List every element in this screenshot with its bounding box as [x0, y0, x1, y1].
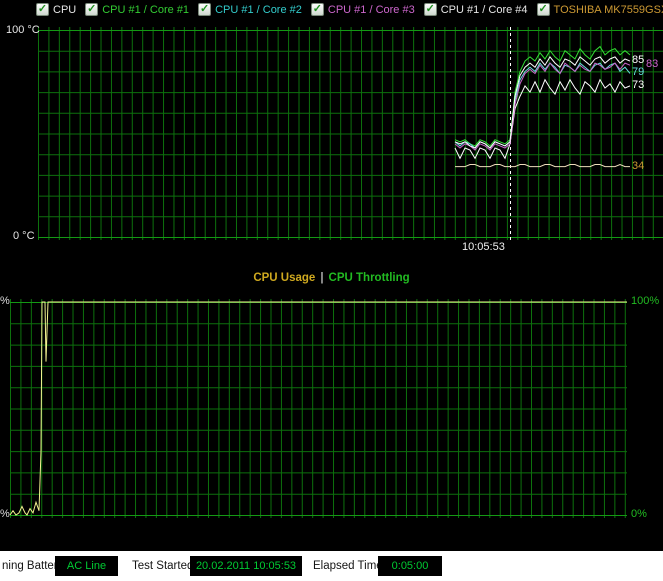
series-value-label: 83: [646, 58, 659, 71]
series-value-label: 0%: [631, 508, 647, 520]
test-started-value-box: 20.02.2011 10:05:53: [190, 556, 302, 576]
series-value-label: 73: [632, 78, 645, 91]
sensor-toggle-cpu[interactable]: ✓ CPU: [36, 3, 76, 16]
sensor-label: CPU #1 / Core #4: [440, 3, 528, 16]
cpu-throttling-legend: CPU Throttling: [328, 272, 410, 284]
sensor-label: CPU #1 / Core #3: [327, 3, 415, 16]
sensor-label: TOSHIBA MK7559GSXP: [553, 3, 663, 16]
series-value-label: %: [0, 295, 10, 307]
series-value-label: 100%: [631, 295, 660, 307]
checkbox-checked-icon[interactable]: ✓: [423, 3, 437, 16]
cpu-usage-legend: CPU Usage: [253, 272, 316, 284]
sensor-toggle-core4[interactable]: ✓ CPU #1 / Core #4: [423, 3, 528, 16]
battery-value-box: AC Line: [55, 556, 118, 576]
elapsed-time-label: Elapsed Time:: [313, 560, 386, 572]
sensor-toggle-core2[interactable]: ✓ CPU #1 / Core #2: [198, 3, 302, 16]
sensor-label: CPU: [53, 3, 77, 16]
checkbox-checked-icon[interactable]: ✓: [36, 3, 49, 16]
series-value-label: 34: [632, 159, 645, 172]
sensor-label: CPU #1 / Core #1: [102, 3, 190, 16]
checkbox-checked-icon[interactable]: ✓: [536, 3, 550, 16]
usage-chart-header: CPU Usage | CPU Throttling: [0, 272, 663, 284]
series-value-label: 85: [632, 54, 645, 67]
temp-axis-top-label: 100 °C: [6, 24, 40, 36]
checkbox-checked-icon[interactable]: ✓: [310, 3, 324, 16]
checkbox-checked-icon[interactable]: ✓: [85, 3, 99, 16]
series-value-label: %: [0, 508, 10, 520]
sensor-toggle-core1[interactable]: ✓ CPU #1 / Core #1: [85, 3, 189, 16]
charts-canvas: [9, 27, 663, 518]
test-start-time-label: 10:05:53: [462, 241, 505, 253]
sensor-label: CPU #1 / Core #2: [215, 3, 302, 16]
sensor-toggle-hdd[interactable]: ✓ TOSHIBA MK7559GSXP: [536, 3, 663, 16]
temp-axis-bottom-label: 0 °C: [13, 230, 35, 242]
stability-test-window: ✓ CPU ✓ CPU #1 / Core #1 ✓ CPU #1 / Core…: [0, 0, 663, 581]
sensor-checkbox-row: ✓ CPU ✓ CPU #1 / Core #1 ✓ CPU #1 / Core…: [0, 1, 663, 18]
status-bar: ning Battery: AC Line Test Started: 20.0…: [0, 551, 663, 581]
sensor-toggle-core3[interactable]: ✓ CPU #1 / Core #3: [310, 3, 415, 16]
legend-separator: |: [320, 272, 324, 284]
series-value-label: 79: [632, 66, 645, 79]
test-started-label: Test Started:: [132, 560, 197, 572]
elapsed-time-value-box: 0:05:00: [378, 556, 442, 576]
checkbox-checked-icon[interactable]: ✓: [198, 3, 212, 16]
